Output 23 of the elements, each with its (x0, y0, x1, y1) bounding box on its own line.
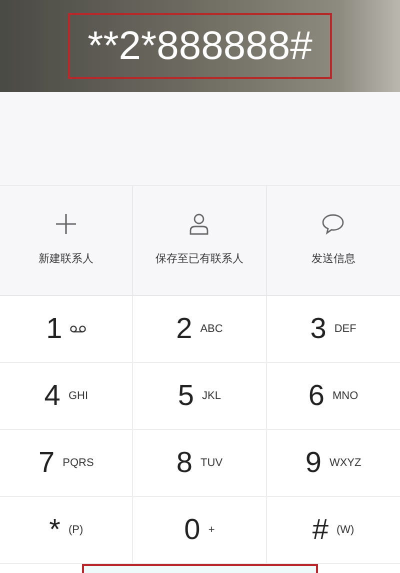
dial-key[interactable]: 9 WXYZ (305, 448, 362, 478)
dial-key[interactable]: 2 ABC (176, 314, 223, 344)
dial-key[interactable]: 5 JKL (178, 382, 222, 410)
dial-key[interactable]: # (W) (312, 516, 354, 544)
dialed-number: **2*888888# (88, 26, 312, 66)
dial-key[interactable]: 0 + (184, 516, 215, 544)
action-label: 发送信息 (311, 252, 356, 268)
action-button[interactable]: 发送信息 (266, 186, 400, 295)
action-label: 新建联系人 (38, 252, 94, 268)
dial-key[interactable]: 7 PQRS (38, 448, 94, 478)
dial-key[interactable]: 1 (46, 314, 86, 344)
action-button[interactable]: 新建联系人 (0, 186, 134, 295)
person-icon (189, 213, 210, 236)
dial-key[interactable]: 6 MNO (308, 382, 358, 410)
action-label: 保存至已有联系人 (155, 252, 244, 268)
dial-key[interactable]: 3 DEF (310, 314, 356, 344)
action-button[interactable]: 保存至已有联系人 (133, 186, 267, 295)
dial-key[interactable]: 4 GHI (44, 382, 88, 410)
dial-key[interactable]: 8 TUV (176, 448, 223, 478)
dial-key[interactable]: * (P) (49, 516, 84, 544)
plus-icon (55, 213, 78, 236)
speech-bubble-icon (321, 213, 346, 236)
voicemail-icon (70, 325, 86, 333)
